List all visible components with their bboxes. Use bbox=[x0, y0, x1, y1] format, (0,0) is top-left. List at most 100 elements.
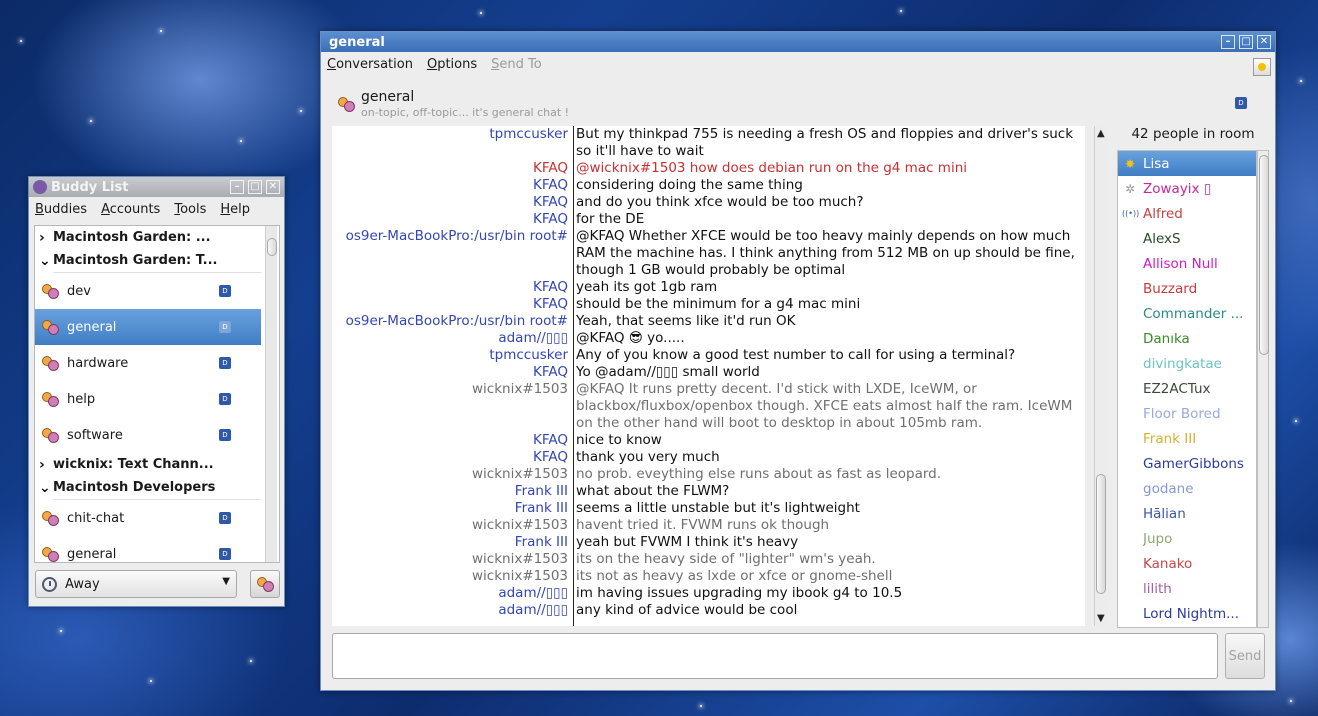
message-author[interactable]: KFAQ bbox=[332, 296, 572, 313]
occupant-item[interactable]: ✲ Zowayix ▯ bbox=[1118, 176, 1256, 201]
menu-tools[interactable]: Tools bbox=[174, 202, 206, 217]
channel-item[interactable]: general D bbox=[35, 309, 261, 345]
star-icon: ✸ bbox=[1124, 156, 1136, 171]
occupant-item[interactable]: ✸ Lisa bbox=[1118, 151, 1256, 176]
occupant-name: Floor Bored bbox=[1143, 405, 1221, 422]
occupant-item[interactable]: Commander ... bbox=[1118, 301, 1256, 326]
message-log[interactable]: tpmccusker But my thinkpad 755 is needing… bbox=[332, 126, 1085, 626]
channel-item[interactable]: dev D bbox=[35, 273, 261, 309]
message-author[interactable]: wicknix#1503 bbox=[332, 551, 572, 568]
menu-options[interactable]: Options bbox=[427, 57, 477, 72]
status-selector[interactable]: Away ▼ bbox=[35, 570, 237, 598]
message-author[interactable]: wicknix#1503 bbox=[332, 568, 572, 585]
group-header[interactable]: ⌄ Macintosh Developers bbox=[35, 476, 279, 499]
chevron-right-icon[interactable]: › bbox=[39, 457, 53, 473]
occupant-item[interactable]: Kanako bbox=[1118, 551, 1256, 576]
message-author[interactable]: tpmccusker bbox=[332, 126, 572, 160]
occupant-item[interactable]: Lord Nightm... bbox=[1118, 601, 1256, 626]
message-author[interactable]: tpmccusker bbox=[332, 347, 572, 364]
occupant-item[interactable]: GamerGibbons bbox=[1118, 451, 1256, 476]
message-author[interactable]: Frank III bbox=[332, 500, 572, 517]
message-author[interactable]: KFAQ bbox=[332, 194, 572, 211]
send-button[interactable]: Send bbox=[1225, 633, 1265, 679]
occupant-item[interactable]: Buzzard bbox=[1118, 276, 1256, 301]
scrollbar-thumb[interactable] bbox=[267, 238, 277, 256]
message-author[interactable]: adam//▯▯▯ bbox=[332, 330, 572, 347]
chevron-down-icon[interactable]: ⌄ bbox=[39, 253, 53, 269]
scrollbar-thumb[interactable] bbox=[1096, 474, 1106, 594]
new-window-icon[interactable] bbox=[1253, 58, 1271, 76]
buddy-list-titlebar[interactable]: Buddy List – □ ✕ bbox=[29, 177, 284, 197]
occupant-item[interactable]: Allison Null bbox=[1118, 251, 1256, 276]
channel-item[interactable]: general D bbox=[35, 536, 261, 562]
channel-item[interactable]: help D bbox=[35, 381, 261, 417]
group-header[interactable]: › Macintosh Garden: ... bbox=[35, 226, 279, 249]
message-author[interactable]: wicknix#1503 bbox=[332, 517, 572, 534]
chat-titlebar[interactable]: general – □ ✕ bbox=[321, 32, 1275, 52]
buddy-scrollbar[interactable] bbox=[265, 226, 277, 562]
chevron-right-icon[interactable]: › bbox=[39, 230, 53, 246]
scroll-down-arrow-icon[interactable]: ▼ bbox=[1097, 613, 1105, 624]
message-author[interactable]: adam//▯▯▯ bbox=[332, 585, 572, 602]
occupant-item[interactable]: ((•)) Alfred bbox=[1118, 201, 1256, 226]
minimize-button[interactable]: – bbox=[1221, 35, 1235, 49]
occupant-item[interactable]: lilith bbox=[1118, 576, 1256, 601]
message-input[interactable] bbox=[332, 633, 1218, 679]
message-author[interactable]: KFAQ bbox=[332, 177, 572, 194]
chevron-down-icon[interactable]: ⌄ bbox=[39, 480, 53, 496]
channel-item[interactable]: software D bbox=[35, 417, 261, 453]
occupant-list-scrollbar[interactable] bbox=[1257, 150, 1269, 628]
occupant-list[interactable]: ✸ Lisa ✲ Zowayix ▯ ((•)) Alfred AlexS Allison N… bbox=[1117, 150, 1257, 628]
message-text: yeah its got 1gb ram bbox=[576, 279, 718, 295]
group-header[interactable]: ⌄ Macintosh Garden: T... bbox=[35, 249, 279, 272]
maximize-button[interactable]: □ bbox=[248, 180, 262, 194]
occupant-item[interactable]: godane bbox=[1118, 476, 1256, 501]
message-author[interactable]: KFAQ bbox=[332, 160, 572, 177]
buddy-menubar: Buddies Accounts Tools Help bbox=[29, 197, 284, 221]
menu-buddies[interactable]: Buddies bbox=[35, 202, 87, 217]
message-author[interactable]: Frank III bbox=[332, 483, 572, 500]
message-text: considering doing the same thing bbox=[576, 177, 803, 193]
message-author[interactable]: adam//▯▯▯ bbox=[332, 602, 572, 619]
star bbox=[900, 10, 902, 12]
occupant-item[interactable]: Floor Bored bbox=[1118, 401, 1256, 426]
message-author[interactable]: KFAQ bbox=[332, 364, 572, 381]
message-author[interactable]: os9er-MacBookPro:/usr/bin root# bbox=[332, 313, 572, 330]
occupant-item[interactable]: Hālian bbox=[1118, 501, 1256, 526]
occupant-item[interactable]: Frank III bbox=[1118, 426, 1256, 451]
occupant-item[interactable]: divingkatae bbox=[1118, 351, 1256, 376]
channel-item[interactable]: hardware D bbox=[35, 345, 261, 381]
occupant-item[interactable]: Jupo bbox=[1118, 526, 1256, 551]
status-message-button[interactable] bbox=[250, 570, 280, 598]
occupant-item[interactable]: EZ2ACTux bbox=[1118, 376, 1256, 401]
occupant-item[interactable]: Danıka bbox=[1118, 326, 1256, 351]
message-author[interactable]: Frank III bbox=[332, 534, 572, 551]
channel-item[interactable]: chit-chat D bbox=[35, 500, 261, 536]
scrollbar-thumb[interactable] bbox=[1259, 155, 1269, 355]
menu-conversation[interactable]: Conversation bbox=[327, 57, 413, 72]
channel-label: general bbox=[67, 319, 117, 335]
message-log-scrollbar[interactable]: ▲ ▼ bbox=[1094, 126, 1108, 626]
message-author[interactable]: KFAQ bbox=[332, 432, 572, 449]
menu-accounts[interactable]: Accounts bbox=[101, 202, 160, 217]
close-button[interactable]: ✕ bbox=[1257, 35, 1271, 49]
message-author[interactable]: wicknix#1503 bbox=[332, 466, 572, 483]
message-author[interactable]: os9er-MacBookPro:/usr/bin root# bbox=[332, 228, 572, 279]
message-author[interactable]: KFAQ bbox=[332, 449, 572, 466]
menu-help[interactable]: Help bbox=[220, 202, 250, 217]
message-author[interactable]: KFAQ bbox=[332, 279, 572, 296]
message-author[interactable]: wicknix#1503 bbox=[332, 381, 572, 432]
occupant-name: Buzzard bbox=[1143, 280, 1198, 297]
menu-send-to[interactable]: Send To bbox=[491, 57, 542, 72]
message-text: its on the heavy side of "lighter" wm's … bbox=[576, 551, 876, 567]
group-header[interactable]: › wicknix: Text Chann... bbox=[35, 453, 279, 476]
channel-label: software bbox=[67, 427, 123, 443]
close-button[interactable]: ✕ bbox=[266, 180, 280, 194]
buddy-tree[interactable]: › Macintosh Garden: ... ⌄ Macintosh Garden:… bbox=[34, 225, 280, 563]
minimize-button[interactable]: – bbox=[230, 180, 244, 194]
message-author[interactable]: KFAQ bbox=[332, 211, 572, 228]
occupant-item[interactable]: AlexS bbox=[1118, 226, 1256, 251]
maximize-button[interactable]: □ bbox=[1239, 35, 1253, 49]
people-icon bbox=[41, 510, 59, 526]
scroll-up-arrow-icon[interactable]: ▲ bbox=[1097, 128, 1105, 139]
